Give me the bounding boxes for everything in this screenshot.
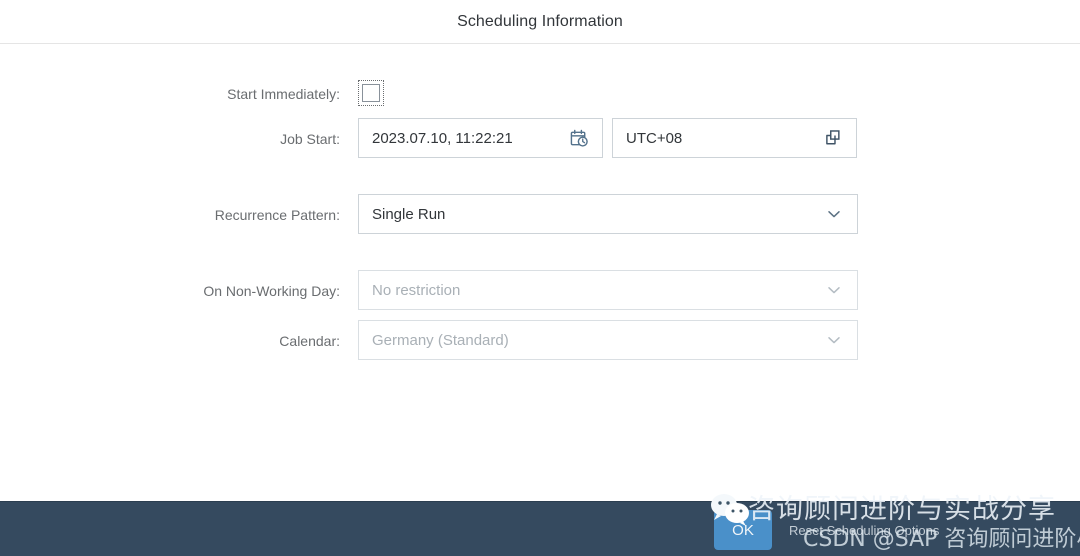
form-row-on-non-working-day: On Non-Working Day: No restriction — [0, 270, 1080, 310]
field-start-immediately — [358, 80, 384, 106]
chevron-down-icon — [822, 278, 846, 302]
dialog-header: Scheduling Information — [0, 0, 1080, 44]
timezone-input[interactable]: UTC+08 — [612, 118, 857, 158]
reset-scheduling-options-link[interactable]: Reset Scheduling Options — [789, 523, 939, 538]
ok-button[interactable]: OK — [714, 510, 772, 550]
form-row-start-immediately: Start Immediately: — [0, 80, 1080, 106]
form-row-recurrence-pattern: Recurrence Pattern: Single Run — [0, 194, 1080, 234]
page-title: Scheduling Information — [457, 12, 623, 30]
checkbox-unchecked-icon — [362, 84, 380, 102]
recurrence-pattern-value: Single Run — [372, 205, 446, 223]
job-start-value: 2023.07.10, 11:22:21 — [372, 129, 513, 147]
label-calendar: Calendar: — [279, 333, 340, 349]
on-non-working-day-value: No restriction — [372, 281, 461, 299]
calendar-value: Germany (Standard) — [372, 331, 509, 349]
label-start-immediately: Start Immediately: — [227, 86, 340, 102]
form-row-job-start: Job Start: 2023.07.10, 11:22:21 UTC+08 — [0, 118, 1080, 158]
job-start-input[interactable]: 2023.07.10, 11:22:21 — [358, 118, 603, 158]
form-row-calendar: Calendar: Germany (Standard) — [0, 320, 1080, 360]
field-on-non-working-day: No restriction — [358, 270, 858, 310]
field-calendar: Germany (Standard) — [358, 320, 858, 360]
field-recurrence-pattern: Single Run — [358, 194, 858, 234]
timezone-value: UTC+08 — [626, 129, 683, 147]
chevron-down-icon — [822, 328, 846, 352]
recurrence-pattern-select[interactable]: Single Run — [358, 194, 858, 234]
label-job-start: Job Start: — [280, 131, 340, 147]
start-immediately-checkbox[interactable] — [358, 80, 384, 106]
calendar-clock-icon[interactable] — [567, 126, 591, 150]
chevron-down-icon[interactable] — [822, 202, 846, 226]
field-job-start-group: 2023.07.10, 11:22:21 UTC+08 — [358, 118, 857, 158]
calendar-select: Germany (Standard) — [358, 320, 858, 360]
label-recurrence-pattern: Recurrence Pattern: — [214, 207, 340, 223]
scheduling-form: Start Immediately: Job Start: 2023.07.10… — [0, 44, 1080, 501]
value-help-icon[interactable] — [821, 126, 845, 150]
on-non-working-day-select: No restriction — [358, 270, 858, 310]
label-on-non-working-day: On Non-Working Day: — [203, 283, 340, 299]
